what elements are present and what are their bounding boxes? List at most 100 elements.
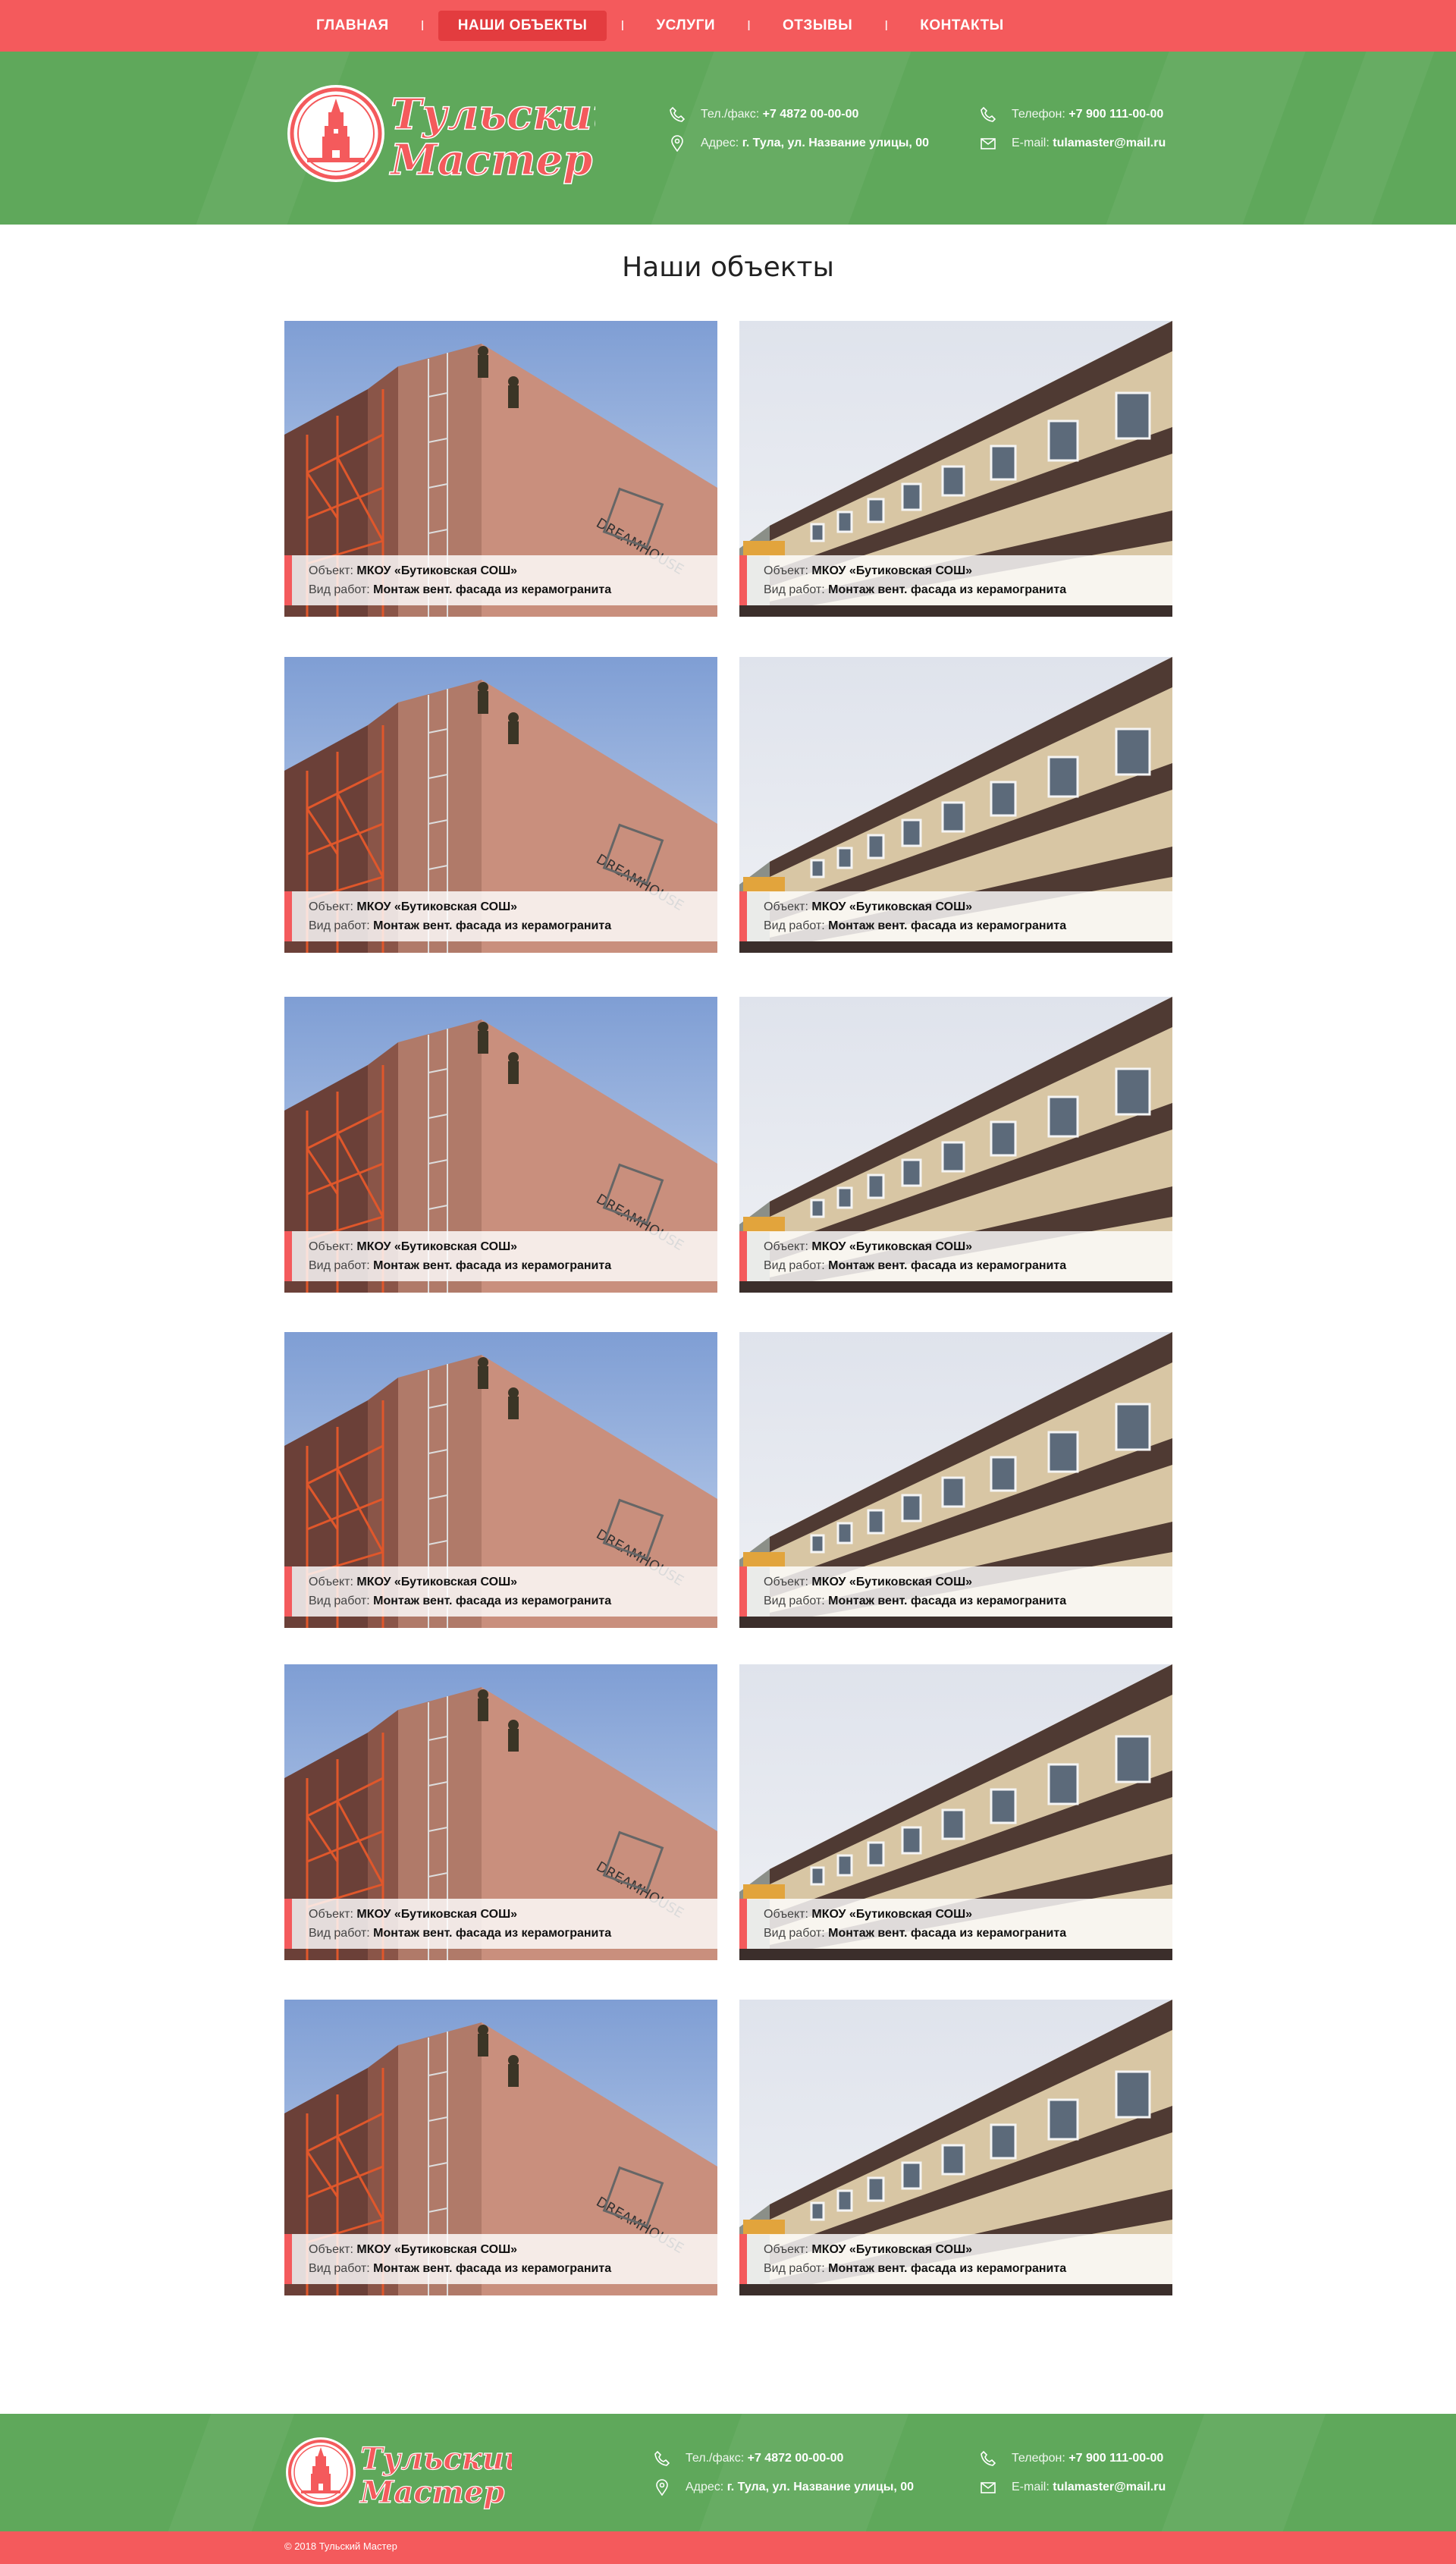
nav-separator: I [420, 17, 425, 33]
object-card[interactable]: Объект: МКОУ «Бутиковская СОШ» Вид работ… [739, 2000, 1172, 2295]
kremlin-tower-icon [286, 2437, 356, 2507]
work-type: Монтаж вент. фасада из керамогранита [373, 1595, 612, 1607]
location-pin-icon [669, 135, 686, 152]
object-card[interactable]: Объект: МКОУ «Бутиковская СОШ» Вид работ… [739, 1664, 1172, 1960]
object-name: МКОУ «Бутиковская СОШ» [811, 1576, 973, 1588]
nav-item-home[interactable]: ГЛАВНАЯ [284, 11, 421, 41]
object-name: МКОУ «Бутиковская СОШ» [811, 1908, 973, 1921]
object-name: МКОУ «Бутиковская СОШ» [356, 1908, 518, 1921]
phone-icon [654, 2450, 670, 2467]
phone-icon [980, 2450, 996, 2467]
kremlin-tower-icon [287, 85, 384, 182]
object-name-line: Объект: МКОУ «Бутиковская СОШ» [309, 1576, 518, 1588]
mail-icon [980, 2479, 996, 2496]
object-card[interactable]: DREAMHOUSE Объект: МКОУ «Бутиковская СОШ… [284, 997, 717, 1293]
location-pin-icon [654, 2479, 670, 2496]
object-caption: Объект: МКОУ «Бутиковская СОШ» Вид работ… [284, 1899, 717, 1949]
object-caption: Объект: МКОУ «Бутиковская СОШ» Вид работ… [284, 1231, 717, 1281]
nav-item-reviews[interactable]: ОТЗЫВЫ [751, 11, 884, 41]
header-address-value: г. Тула, ул. Название улицы, 00 [742, 137, 930, 149]
brand-line2: Мастер [389, 135, 592, 185]
object-name-line: Объект: МКОУ «Бутиковская СОШ» [309, 564, 518, 577]
object-card[interactable]: Объект: МКОУ «Бутиковская СОШ» Вид работ… [739, 321, 1172, 617]
object-name-line: Объект: МКОУ «Бутиковская СОШ» [309, 900, 518, 913]
object-caption: Объект: МКОУ «Бутиковская СОШ» Вид работ… [739, 555, 1172, 605]
object-card[interactable]: Объект: МКОУ «Бутиковская СОШ» Вид работ… [739, 657, 1172, 953]
work-type-line: Вид работ: Монтаж вент. фасада из керамо… [764, 1927, 1067, 1940]
work-type: Монтаж вент. фасада из керамогранита [373, 1259, 612, 1272]
object-name: МКОУ «Бутиковская СОШ» [356, 1240, 518, 1253]
work-type: Монтаж вент. фасада из керамогранита [373, 2262, 612, 2275]
footer-email-link[interactable]: tulamaster@mail.ru [1053, 2481, 1166, 2494]
work-type-line: Вид работ: Монтаж вент. фасада из керамо… [764, 919, 1067, 932]
object-card[interactable]: Объект: МКОУ «Бутиковская СОШ» Вид работ… [739, 1332, 1172, 1628]
object-name: МКОУ «Бутиковская СОШ» [356, 900, 518, 913]
page-title: Наши объекты [622, 252, 834, 283]
object-name: МКОУ «Бутиковская СОШ» [811, 564, 973, 577]
work-type-line: Вид работ: Монтаж вент. фасада из керамо… [764, 583, 1067, 596]
nav-separator: I [747, 17, 752, 33]
work-type-line: Вид работ: Монтаж вент. фасада из керамо… [309, 2262, 612, 2275]
work-type: Монтаж вент. фасада из керамогранита [373, 583, 612, 596]
object-caption: Объект: МКОУ «Бутиковская СОШ» Вид работ… [739, 1566, 1172, 1617]
work-type: Монтаж вент. фасада из керамогранита [828, 919, 1067, 932]
top-navigation: ГЛАВНАЯ I НАШИ ОБЪЕКТЫ I УСЛУГИ I ОТЗЫВЫ… [0, 0, 1456, 52]
nav-separator: I [884, 17, 889, 33]
footer-phone-fax: Тел./факс: +7 4872 00-00-00 [654, 2450, 843, 2467]
work-type-line: Вид работ: Монтаж вент. фасада из керамо… [309, 583, 612, 596]
object-caption: Объект: МКОУ «Бутиковская СОШ» Вид работ… [284, 891, 717, 941]
header-address: Адрес: г. Тула, ул. Название улицы, 00 [669, 135, 929, 152]
object-card[interactable]: DREAMHOUSE Объект: МКОУ «Бутиковская СОШ… [284, 321, 717, 617]
object-name-line: Объект: МКОУ «Бутиковская СОШ» [764, 1240, 973, 1253]
object-name: МКОУ «Бутиковская СОШ» [356, 2243, 518, 2256]
mail-icon [980, 135, 996, 152]
footer-brand-line2: Мастер [359, 2474, 504, 2510]
object-name: МКОУ «Бутиковская СОШ» [356, 1576, 518, 1588]
work-type: Монтаж вент. фасада из керамогранита [828, 1595, 1067, 1607]
footer-brand-line1: Тульский [360, 2441, 512, 2477]
object-caption: Объект: МКОУ «Бутиковская СОШ» Вид работ… [739, 1231, 1172, 1281]
work-type-line: Вид работ: Монтаж вент. фасада из керамо… [309, 1259, 612, 1272]
footer-phone-fax-value: +7 4872 00-00-00 [747, 2452, 844, 2465]
site-logo[interactable]: Тульский Мастер [284, 82, 623, 188]
site-footer: Тульский Мастер Тел./факс: +7 4872 00-00… [0, 2414, 1456, 2531]
nav-menu: ГЛАВНАЯ I НАШИ ОБЪЕКТЫ I УСЛУГИ I ОТЗЫВЫ… [284, 11, 1036, 41]
copyright-text: © 2018 Тульский Мастер [284, 2540, 397, 2552]
work-type-line: Вид работ: Монтаж вент. фасада из керамо… [309, 1927, 612, 1940]
work-type: Монтаж вент. фасада из керамогранита [828, 1259, 1067, 1272]
work-type-line: Вид работ: Монтаж вент. фасада из керамо… [309, 919, 612, 932]
object-caption: Объект: МКОУ «Бутиковская СОШ» Вид работ… [284, 555, 717, 605]
copyright-bar: © 2018 Тульский Мастер [0, 2531, 1456, 2564]
header-phone: Телефон: +7 900 111-00-00 [980, 106, 1163, 123]
work-type: Монтаж вент. фасада из керамогранита [828, 2262, 1067, 2275]
object-name-line: Объект: МКОУ «Бутиковская СОШ» [764, 564, 973, 577]
object-name: МКОУ «Бутиковская СОШ» [811, 900, 973, 913]
object-card[interactable]: DREAMHOUSE Объект: МКОУ «Бутиковская СОШ… [284, 1332, 717, 1628]
object-card[interactable]: DREAMHOUSE Объект: МКОУ «Бутиковская СОШ… [284, 657, 717, 953]
header-email: E-mail: tulamaster@mail.ru [980, 135, 1166, 152]
footer-phone: Телефон: +7 900 111-00-00 [980, 2450, 1163, 2467]
nav-item-objects[interactable]: НАШИ ОБЪЕКТЫ [438, 11, 607, 41]
object-caption: Объект: МКОУ «Бутиковская СОШ» Вид работ… [739, 1899, 1172, 1949]
object-caption: Объект: МКОУ «Бутиковская СОШ» Вид работ… [284, 1566, 717, 1617]
object-name-line: Объект: МКОУ «Бутиковская СОШ» [764, 2243, 973, 2256]
footer-address-value: г. Тула, ул. Название улицы, 00 [726, 2481, 915, 2493]
object-name-line: Объект: МКОУ «Бутиковская СОШ» [309, 1908, 518, 1921]
nav-item-services[interactable]: УСЛУГИ [624, 11, 747, 41]
object-name-line: Объект: МКОУ «Бутиковская СОШ» [764, 900, 973, 913]
phone-icon [980, 106, 996, 123]
header-email-link[interactable]: tulamaster@mail.ru [1053, 137, 1166, 150]
object-card[interactable]: DREAMHOUSE Объект: МКОУ «Бутиковская СОШ… [284, 2000, 717, 2295]
work-type: Монтаж вент. фасада из керамогранита [828, 583, 1067, 596]
phone-icon [669, 106, 686, 123]
footer-logo[interactable]: Тульский Мастер [284, 2433, 527, 2512]
object-caption: Объект: МКОУ «Бутиковская СОШ» Вид работ… [739, 2234, 1172, 2284]
header-phone-fax: Тел./факс: +7 4872 00-00-00 [669, 106, 858, 123]
object-name: МКОУ «Бутиковская СОШ» [811, 1240, 973, 1253]
work-type-line: Вид работ: Монтаж вент. фасада из керамо… [764, 1259, 1067, 1272]
object-name-line: Объект: МКОУ «Бутиковская СОШ» [764, 1908, 973, 1921]
nav-separator: I [620, 17, 625, 33]
object-card[interactable]: Объект: МКОУ «Бутиковская СОШ» Вид работ… [739, 997, 1172, 1293]
nav-item-contacts[interactable]: КОНТАКТЫ [888, 11, 1036, 41]
object-card[interactable]: DREAMHOUSE Объект: МКОУ «Бутиковская СОШ… [284, 1664, 717, 1960]
